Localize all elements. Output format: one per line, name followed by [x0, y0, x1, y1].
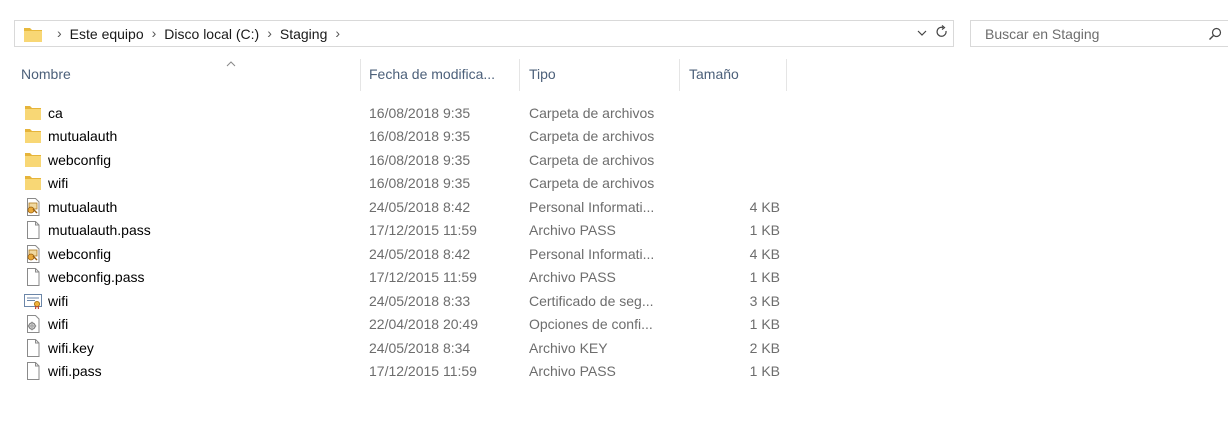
chevron-right-icon[interactable]: › [57, 25, 62, 41]
breadcrumb-disco-local[interactable]: Disco local (C:) [164, 24, 259, 44]
file-size: 4 KB [749, 198, 780, 215]
file-date: 24/05/2018 8:33 [369, 292, 471, 309]
breadcrumb-staging[interactable]: Staging [280, 24, 327, 44]
config-settings-icon [24, 315, 42, 334]
refresh-icon[interactable] [931, 24, 953, 43]
folder-icon [23, 25, 43, 43]
file-name: webconfig [48, 151, 112, 168]
column-header-type[interactable]: Tipo [529, 55, 679, 93]
pfx-certificate-icon [24, 244, 42, 263]
file-type: Archivo PASS [529, 269, 616, 286]
list-item[interactable]: wifi.pass 17/12/2015 11:59 Archivo PASS … [0, 360, 1228, 384]
file-size: 1 KB [749, 222, 780, 239]
file-type: Carpeta de archivos [529, 128, 655, 145]
file-size: 1 KB [749, 363, 780, 380]
file-name: wifi [48, 292, 69, 309]
file-size: 1 KB [749, 316, 780, 333]
file-type: Opciones de confi... [529, 316, 653, 333]
folder-icon [24, 127, 42, 145]
chevron-right-icon[interactable]: › [335, 25, 340, 41]
blank-file-icon [24, 268, 42, 287]
blank-file-icon [24, 362, 42, 381]
file-size: 3 KB [749, 292, 780, 309]
chevron-right-icon[interactable]: › [152, 25, 157, 41]
column-header-date[interactable]: Fecha de modifica... [369, 55, 519, 93]
file-size: 1 KB [749, 269, 780, 286]
security-certificate-icon [24, 292, 42, 310]
search-icon[interactable] [1208, 27, 1228, 41]
file-name: mutualauth [48, 128, 118, 145]
folder-icon [24, 174, 42, 192]
pfx-certificate-icon [24, 197, 42, 216]
list-item[interactable]: webconfig 16/08/2018 9:35 Carpeta de arc… [0, 148, 1228, 172]
file-date: 16/08/2018 9:35 [369, 104, 471, 121]
search-input[interactable]: Buscar en Staging [971, 26, 1208, 42]
blank-file-icon [24, 221, 42, 240]
chevron-down-icon[interactable] [913, 28, 931, 40]
list-item[interactable]: mutualauth 24/05/2018 8:42 Personal Info… [0, 195, 1228, 219]
file-date: 24/05/2018 8:42 [369, 198, 471, 215]
file-name: wifi [48, 175, 69, 192]
file-name: ca [48, 104, 63, 121]
column-headers: Nombre Fecha de modifica... Tipo Tamaño [0, 55, 1228, 93]
column-header-name[interactable]: Nombre [21, 55, 361, 93]
file-type: Personal Informati... [529, 198, 655, 215]
list-item[interactable]: ca 16/08/2018 9:35 Carpeta de archivos [0, 101, 1228, 125]
folder-icon [24, 151, 42, 169]
file-size: 4 KB [749, 245, 780, 262]
file-list: ca 16/08/2018 9:35 Carpeta de archivos m… [0, 101, 1228, 383]
list-item[interactable]: wifi 16/08/2018 9:35 Carpeta de archivos [0, 172, 1228, 196]
file-type: Archivo PASS [529, 222, 616, 239]
file-name: webconfig.pass [48, 269, 145, 286]
list-item[interactable]: mutualauth 16/08/2018 9:35 Carpeta de ar… [0, 125, 1228, 149]
breadcrumb-este-equipo[interactable]: Este equipo [70, 24, 144, 44]
file-name: wifi [48, 316, 69, 333]
list-item[interactable]: wifi.key 24/05/2018 8:34 Archivo KEY 2 K… [0, 336, 1228, 360]
list-item[interactable]: webconfig.pass 17/12/2015 11:59 Archivo … [0, 266, 1228, 290]
file-name: wifi.pass [48, 363, 102, 380]
list-item[interactable]: wifi 24/05/2018 8:33 Certificado de seg.… [0, 289, 1228, 313]
file-type: Carpeta de archivos [529, 104, 655, 121]
file-date: 17/12/2015 11:59 [369, 222, 477, 239]
file-date: 24/05/2018 8:34 [369, 339, 471, 356]
file-size: 2 KB [749, 339, 780, 356]
file-name: webconfig [48, 245, 112, 262]
file-type: Carpeta de archivos [529, 175, 655, 192]
blank-file-icon [24, 338, 42, 357]
file-date: 16/08/2018 9:35 [369, 175, 471, 192]
file-date: 17/12/2015 11:59 [369, 363, 477, 380]
column-header-size[interactable]: Tamaño [689, 55, 784, 93]
file-type: Carpeta de archivos [529, 151, 655, 168]
search-box[interactable]: Buscar en Staging [970, 20, 1228, 47]
file-type: Archivo PASS [529, 363, 616, 380]
file-name: wifi.key [48, 339, 94, 356]
file-date: 24/05/2018 8:42 [369, 245, 471, 262]
chevron-right-icon[interactable]: › [267, 25, 272, 41]
file-type: Personal Informati... [529, 245, 655, 262]
list-item[interactable]: mutualauth.pass 17/12/2015 11:59 Archivo… [0, 219, 1228, 243]
file-date: 17/12/2015 11:59 [369, 269, 477, 286]
address-bar[interactable]: › Este equipo › Disco local (C:) › Stagi… [14, 20, 954, 47]
list-item[interactable]: wifi 22/04/2018 20:49 Opciones de confi.… [0, 313, 1228, 337]
file-type: Certificado de seg... [529, 292, 654, 309]
breadcrumb: › Este equipo › Disco local (C:) › Stagi… [49, 24, 913, 44]
file-name: mutualauth.pass [48, 222, 151, 239]
file-date: 16/08/2018 9:35 [369, 128, 471, 145]
file-date: 16/08/2018 9:35 [369, 151, 471, 168]
file-type: Archivo KEY [529, 339, 608, 356]
file-date: 22/04/2018 20:49 [369, 316, 478, 333]
file-name: mutualauth [48, 198, 118, 215]
folder-icon [24, 104, 42, 122]
list-item[interactable]: webconfig 24/05/2018 8:42 Personal Infor… [0, 242, 1228, 266]
